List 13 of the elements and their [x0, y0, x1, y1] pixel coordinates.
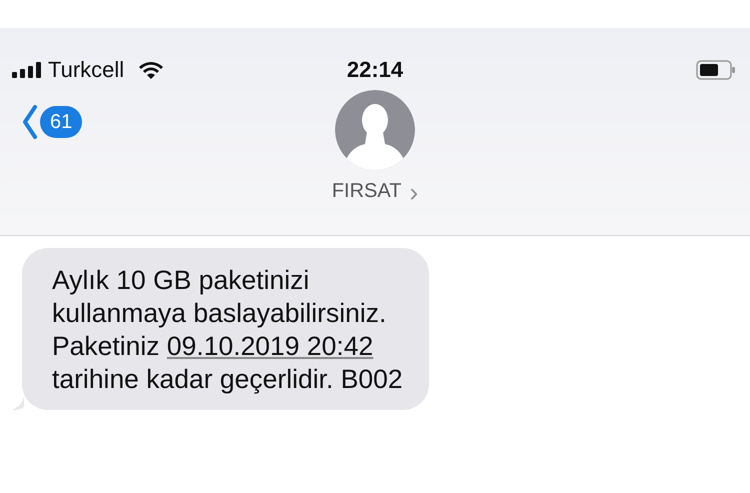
- avatar-icon: [335, 90, 415, 170]
- back-chevron-icon: [22, 104, 38, 140]
- back-button[interactable]: [22, 104, 38, 140]
- unread-count-badge: 61: [40, 106, 82, 138]
- carrier-name: Turkcell: [48, 57, 124, 83]
- battery-icon: [696, 60, 736, 80]
- date-link[interactable]: 09.10.2019 20:42: [166, 331, 374, 361]
- contact-name-button[interactable]: FIRSAT ›: [332, 180, 418, 203]
- bubble-tail: [12, 396, 24, 410]
- signal-icon: [12, 62, 42, 78]
- clock-time: 22:14: [346, 57, 404, 83]
- wifi-icon: [138, 60, 164, 80]
- message-text: Aylık 10 GB paketinizi kullanmaya baslayabilirsiniz. Paketiniz 09.10.2019 20:42 tarihine kadar geçerlidir. B002: [52, 264, 403, 396]
